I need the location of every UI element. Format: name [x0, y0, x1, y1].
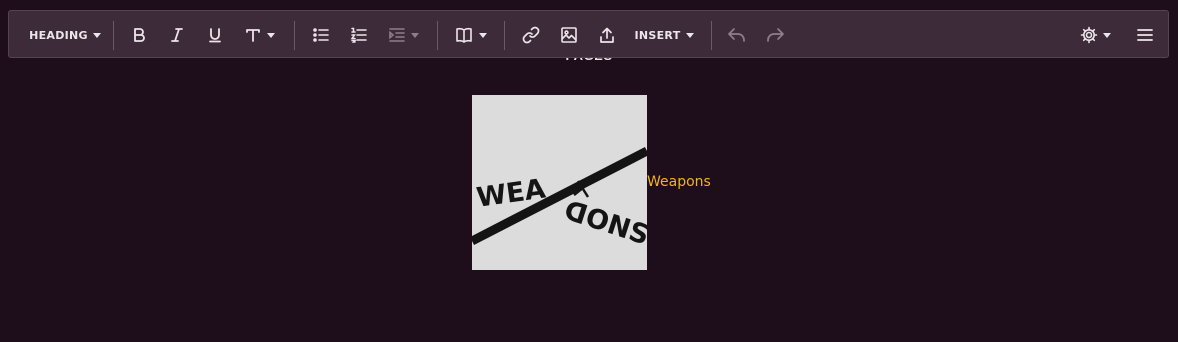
bold-icon: [134, 28, 145, 42]
redo-icon: [767, 28, 784, 42]
link-icon: [522, 26, 540, 44]
weapons-image[interactable]: WEA ᗡONS: [469, 95, 653, 270]
indent-icon: [388, 28, 405, 42]
book-dropdown[interactable]: [450, 11, 490, 59]
editor-toolbar: HEADING INSERT: [8, 10, 1169, 58]
underline-icon: [209, 28, 221, 43]
weapons-link[interactable]: Weapons: [647, 173, 711, 191]
heading-dropdown[interactable]: HEADING: [17, 11, 113, 59]
toolbar-divider: [437, 21, 438, 50]
indent-dropdown[interactable]: [383, 11, 423, 59]
toolbar-divider: [711, 21, 712, 50]
image-icon: [561, 27, 577, 43]
upload-button[interactable]: [593, 11, 621, 59]
numbered-list-button[interactable]: [345, 11, 373, 59]
bullet-list-button[interactable]: [307, 11, 335, 59]
chevron-down-icon: [266, 32, 275, 38]
italic-icon: [171, 28, 183, 42]
weapons-logo: WEA ᗡONS: [469, 95, 653, 270]
chevron-down-icon: [685, 32, 694, 38]
undo-button[interactable]: [723, 11, 751, 59]
upload-icon: [600, 27, 614, 43]
insert-dropdown[interactable]: INSERT: [631, 11, 697, 59]
text-size-dropdown[interactable]: [237, 11, 281, 59]
chevron-down-icon: [410, 32, 419, 38]
editor-page: PAGES HEADING: [0, 0, 1178, 342]
underline-button[interactable]: [201, 11, 229, 59]
heading-dropdown-label: HEADING: [29, 28, 88, 42]
bold-button[interactable]: [125, 11, 153, 59]
toolbar-divider: [504, 21, 505, 50]
menu-button[interactable]: [1131, 11, 1159, 59]
toolbar-divider: [294, 21, 295, 50]
italic-button[interactable]: [163, 11, 191, 59]
redo-button[interactable]: [761, 11, 789, 59]
image-button[interactable]: [555, 11, 583, 59]
undo-icon: [728, 28, 745, 42]
menu-icon: [1137, 29, 1153, 41]
toolbar-divider: [113, 21, 114, 50]
settings-dropdown[interactable]: [1075, 11, 1115, 59]
text-size-icon: [245, 29, 260, 42]
chevron-down-icon: [1102, 32, 1111, 38]
insert-dropdown-label: INSERT: [634, 28, 681, 42]
chevron-down-icon: [478, 32, 487, 38]
numbered-list-icon: [350, 27, 367, 43]
settings-icon: [1080, 26, 1097, 44]
chevron-down-icon: [92, 32, 101, 38]
link-button[interactable]: [517, 11, 545, 59]
book-icon: [455, 27, 472, 43]
bullet-list-icon: [313, 28, 329, 42]
